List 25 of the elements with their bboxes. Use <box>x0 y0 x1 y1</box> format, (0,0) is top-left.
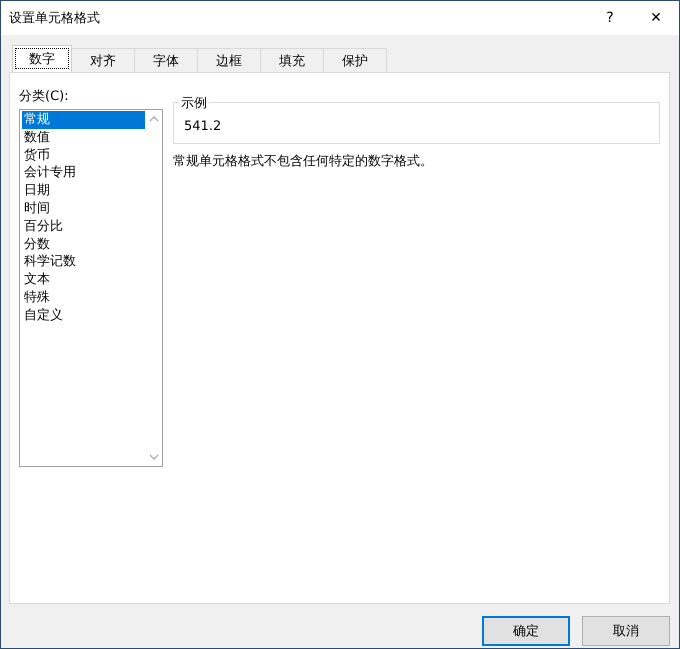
category-item[interactable]: 会计专用 <box>22 164 145 182</box>
sample-label: 示例 <box>179 94 209 112</box>
category-item[interactable]: 文本 <box>22 271 145 289</box>
help-button[interactable]: ? <box>587 1 633 35</box>
category-item[interactable]: 百分比 <box>22 218 145 236</box>
tab[interactable]: 数字 <box>12 45 72 72</box>
ok-button[interactable]: 确定 <box>482 616 570 646</box>
sample-value: 541.2 <box>184 118 222 134</box>
category-item[interactable]: 时间 <box>22 200 145 218</box>
category-item[interactable]: 日期 <box>22 182 145 200</box>
category-label: 分类(C): <box>19 88 70 105</box>
category-item[interactable]: 货币 <box>22 146 145 164</box>
category-item[interactable]: 分数 <box>22 236 145 254</box>
category-item[interactable]: 常规 <box>22 111 145 129</box>
cancel-button[interactable]: 取消 <box>582 616 670 646</box>
scroll-down-icon[interactable] <box>148 454 158 460</box>
scroll-up-icon[interactable] <box>148 116 158 122</box>
category-item[interactable]: 自定义 <box>22 306 145 325</box>
category-item[interactable]: 特殊 <box>22 288 145 307</box>
category-item[interactable]: 数值 <box>22 128 145 147</box>
close-button[interactable]: ✕ <box>633 1 679 35</box>
tab[interactable]: 保护 <box>323 48 387 72</box>
category-item[interactable]: 科学记数 <box>22 253 145 272</box>
format-description: 常规单元格格式不包含任何特定的数字格式。 <box>173 153 434 170</box>
window-title: 设置单元格格式 <box>9 10 101 27</box>
